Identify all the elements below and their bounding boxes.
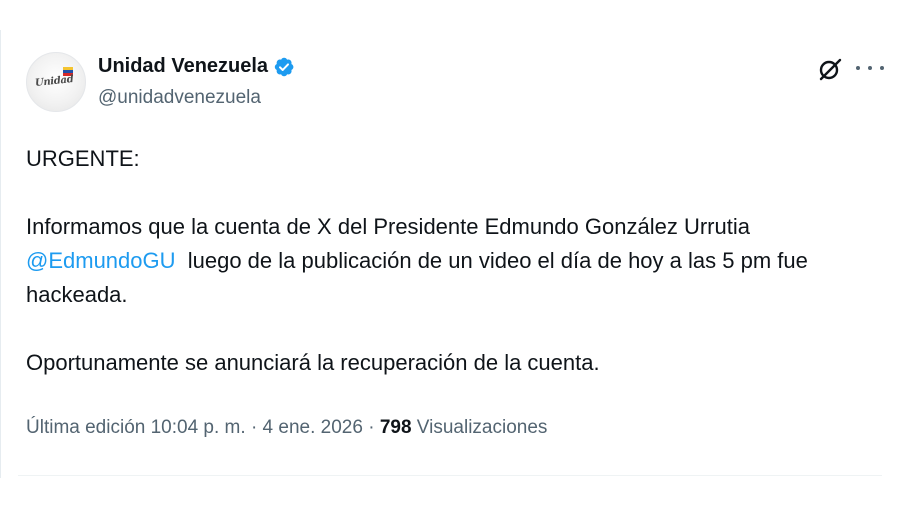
tweet-line-urgent: URGENTE:	[26, 146, 140, 171]
more-options-icon[interactable]	[856, 57, 884, 79]
mention-link[interactable]: @EdmundoGU	[26, 248, 176, 273]
author-display-name[interactable]: Unidad Venezuela	[98, 55, 268, 78]
views-label: Visualizaciones	[411, 417, 548, 438]
avatar-logo-text: Unidad	[34, 74, 74, 89]
author-name-row[interactable]: Unidad Venezuela	[98, 55, 295, 78]
verified-badge-icon[interactable]	[273, 56, 295, 78]
tweet-meta: Última edición 10:04 p. m. · 4 ene. 2026…	[26, 417, 547, 439]
tweet-paragraph-main: Informamos que la cuenta de X del Presid…	[26, 210, 876, 312]
tweet-text: URGENTE: Informamos que la cuenta de X d…	[26, 142, 876, 380]
grok-icon[interactable]	[817, 56, 843, 82]
tweet-paragraph-closing: Oportunamente se anunciará la recuperaci…	[26, 350, 600, 375]
author-handle[interactable]: @unidadvenezuela	[98, 87, 261, 109]
views-count: 798	[379, 417, 412, 438]
tweet-text-part: Informamos que la cuenta de X del Presid…	[26, 214, 750, 239]
edited-timestamp-link[interactable]: Última edición 10:04 p. m. · 4 ene. 2026…	[26, 417, 380, 438]
avatar[interactable]: Unidad	[26, 52, 86, 112]
divider	[18, 475, 882, 476]
